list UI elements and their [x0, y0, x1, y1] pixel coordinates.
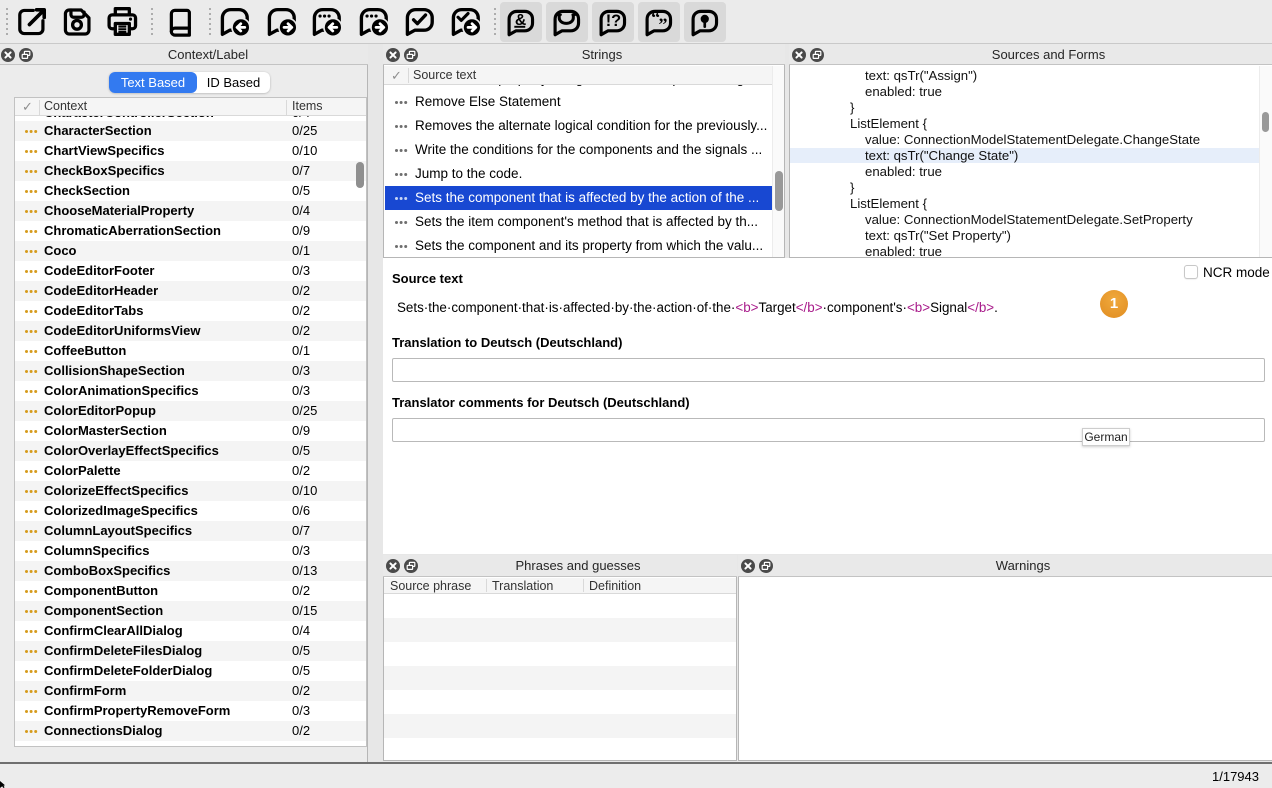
svg-text:!?: !? [606, 12, 621, 30]
svg-text:”: ” [658, 15, 667, 35]
